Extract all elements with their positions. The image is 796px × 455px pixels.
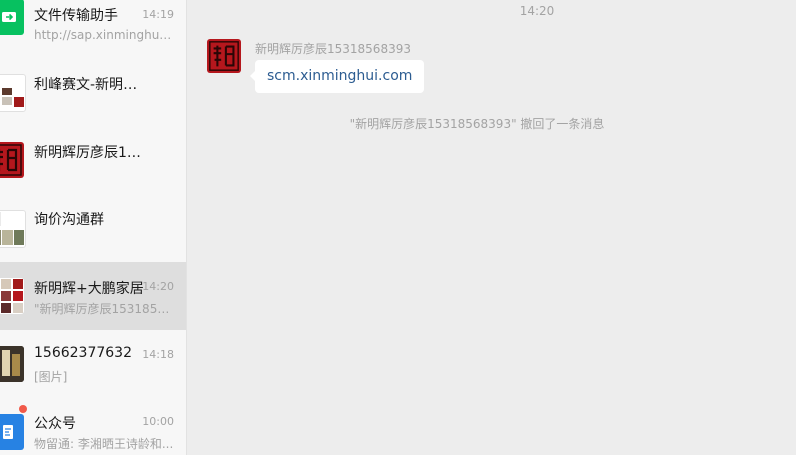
chat-item-file-transfer[interactable]: 文件传输助手 14:19 http://sap.xinminghui.com: [0, 0, 186, 54]
group-avatar-icon: [0, 210, 26, 248]
chat-time: 14:19: [142, 8, 174, 21]
chat-time: 10:00: [142, 415, 174, 428]
chat-item-15662377632[interactable]: 15662377632 14:18 [图片]: [0, 330, 186, 398]
red-seal-icon: [0, 142, 24, 178]
wechat-window: 文件传输助手 14:19 http://sap.xinminghui.com 利…: [0, 0, 796, 455]
chat-list[interactable]: 文件传输助手 14:19 http://sap.xinminghui.com 利…: [0, 0, 187, 455]
chat-time: 14:20: [142, 280, 174, 293]
chat-item-inquiry-group[interactable]: 询价沟通群: [0, 193, 186, 261]
product-photo-icon: [0, 346, 24, 382]
chat-name: 15662377632: [34, 345, 132, 361]
chat-name: 公众号: [34, 416, 76, 432]
chat-item-dapeng-group[interactable]: 新明辉+大鹏家居 14:20 "新明辉厉彦辰15318568393" 撤回了一条…: [0, 262, 186, 330]
group-avatar-icon: [0, 278, 24, 314]
sender-name: 新明辉厉彦辰15318568393: [255, 42, 411, 56]
recall-notice: "新明辉厉彦辰15318568393" 撤回了一条消息: [349, 117, 605, 131]
chat-time: 14:18: [142, 348, 174, 361]
group-avatar-icon: [0, 74, 26, 112]
chat-preview: 物留通: 李湘晒王诗龄和...: [34, 437, 174, 451]
message-timestamp: 14:20: [519, 4, 555, 18]
official-accounts-icon: [0, 414, 24, 450]
chat-name: 新明辉+大鹏家居: [34, 281, 144, 297]
chat-name: 新明辉厉彦辰15318568393: [34, 145, 146, 161]
chat-item-li-yanchen[interactable]: 新明辉厉彦辰15318568393: [0, 125, 186, 193]
unread-badge: [19, 405, 27, 413]
red-seal-icon: [209, 41, 239, 71]
chat-preview: http://sap.xinminghui.com: [34, 28, 174, 42]
chat-preview: "新明辉厉彦辰15318568393" 撤回了一条消息: [34, 302, 174, 316]
sender-avatar[interactable]: [207, 39, 241, 73]
file-transfer-icon: [0, 0, 24, 35]
chat-name: 文件传输助手: [34, 8, 118, 24]
chat-name: 利峰赛文-新明辉订货群: [34, 77, 146, 93]
message-bubble-link[interactable]: scm.xinminghui.com: [249, 60, 425, 93]
chat-preview: [图片]: [34, 370, 68, 384]
chat-name: 询价沟通群: [34, 212, 104, 228]
conversation-panel: 14:20 新明辉厉彦辰15318568393 scm.xinminghui.c…: [187, 0, 796, 455]
chat-item-order-group[interactable]: 利峰赛文-新明辉订货群: [0, 57, 186, 125]
chat-item-official-accounts[interactable]: 公众号 10:00 物留通: 李湘晒王诗龄和...: [0, 397, 186, 455]
